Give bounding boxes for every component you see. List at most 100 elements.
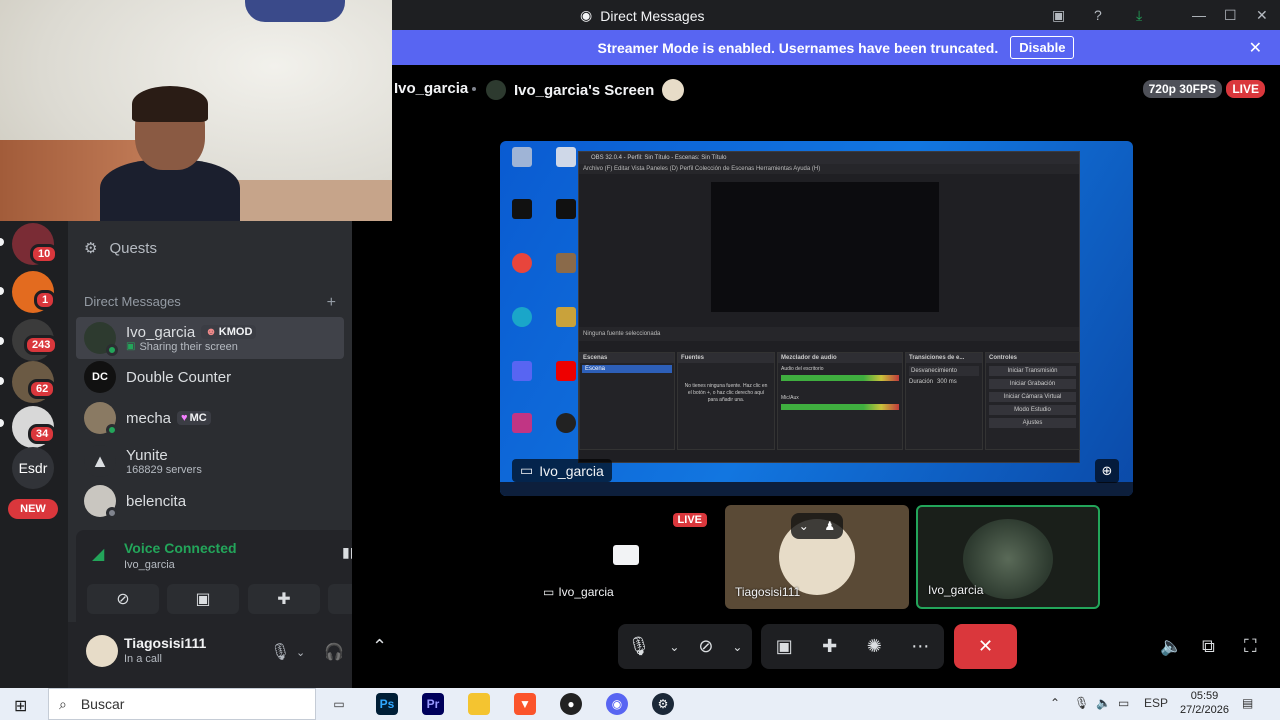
fullscreen-icon[interactable]: ⛶ bbox=[1244, 636, 1257, 657]
participant-tile[interactable]: ⌄ ♟ Tiagosisi111 bbox=[725, 505, 909, 609]
brave-icon[interactable]: ▼ bbox=[514, 693, 536, 715]
participant-tile[interactable]: LIVE ▭ Ivo_garcia bbox=[533, 505, 717, 609]
user-status: In a call bbox=[124, 653, 162, 665]
dm-status: Sharing their screen bbox=[139, 340, 238, 353]
close-icon[interactable]: ✕ bbox=[1256, 7, 1268, 24]
main-stream-view[interactable]: OBS 32.0.4 - Perfil: Sin Título - Escena… bbox=[500, 141, 1133, 496]
server-text-icon[interactable]: Esdr bbox=[12, 447, 54, 489]
desktop-icon bbox=[556, 199, 576, 219]
avatar: DC bbox=[84, 361, 116, 393]
leave-call-button[interactable]: ✕ bbox=[954, 624, 1017, 669]
voice-status[interactable]: Voice Connected bbox=[124, 540, 237, 556]
file-explorer-icon[interactable] bbox=[468, 693, 490, 715]
taskbar-search[interactable]: ⌕ Buscar bbox=[48, 688, 316, 720]
notifications-icon[interactable]: ▤ bbox=[1242, 696, 1253, 710]
chevron-up-icon[interactable]: ⌃ bbox=[372, 636, 387, 657]
desktop-icon bbox=[512, 361, 532, 381]
desktop-icon bbox=[512, 253, 532, 273]
chevron-down-icon[interactable]: ⌄ bbox=[296, 646, 305, 659]
unread-pill bbox=[0, 238, 4, 246]
dm-item-belencita[interactable]: belencita bbox=[76, 480, 344, 522]
dm-item-ivo[interactable]: Ivo_garcia ☻ KMOD ▣ Sharing their screen bbox=[76, 317, 344, 359]
pop-out-icon[interactable]: ⧉ bbox=[1202, 636, 1215, 657]
sources-empty: No tienes ninguna fuente. Haz clic en el… bbox=[684, 383, 768, 403]
streamer-name: Ivo_garcia bbox=[394, 80, 469, 97]
taskbar-clock[interactable]: 05:59 27/2/2026 bbox=[1180, 689, 1229, 717]
obs-preview bbox=[711, 182, 939, 312]
mic-icon[interactable]: 🎙 bbox=[270, 642, 290, 662]
obs-dock-scenes: Escenas Escena bbox=[579, 352, 675, 450]
chevron-down-icon: ⌄ bbox=[798, 519, 809, 533]
obs-dock-mixer: Mezclador de audio Audio del escritorio … bbox=[777, 352, 903, 450]
server-rail: 10 1 243 62 34 Esdr NEW bbox=[0, 221, 68, 688]
monitor-icon: ▭ bbox=[543, 585, 555, 599]
mixer-item: Mic/Aux bbox=[781, 395, 799, 401]
screen-share-icon[interactable]: ▣ bbox=[776, 636, 793, 657]
obs-dock-controls: Controles Iniciar Transmisión Iniciar Gr… bbox=[985, 352, 1080, 450]
window-title: Direct Messages bbox=[600, 7, 705, 24]
inbox-icon[interactable]: ▣ bbox=[1052, 7, 1065, 24]
windows-start-icon[interactable]: ⊞ bbox=[14, 696, 27, 716]
windows-taskbar: ⊞ ⌕ Buscar ▭ Ps Pr ▼ ● ◉ ⚙ ⌃ 🎙 🔈 ▭ ESP 0… bbox=[0, 688, 1280, 720]
dm-name: belencita bbox=[126, 492, 187, 510]
zoom-icon[interactable]: ⊕ bbox=[1095, 459, 1119, 483]
chevron-up-icon[interactable]: ⌃ bbox=[1050, 696, 1060, 710]
chevron-down-icon[interactable]: ⌄ bbox=[732, 640, 742, 654]
mic-icon[interactable]: 🎙 bbox=[1074, 696, 1089, 710]
dm-item-double-counter[interactable]: DC Double Counter bbox=[76, 356, 344, 398]
photoshop-icon[interactable]: Ps bbox=[376, 693, 398, 715]
more-icon[interactable]: ⋯ bbox=[911, 636, 929, 657]
task-view-icon[interactable]: ▭ bbox=[328, 693, 350, 715]
language-indicator[interactable]: ESP bbox=[1144, 696, 1168, 710]
mention-badge: 1 bbox=[34, 290, 57, 310]
voice-channel[interactable]: Ivo_garcia bbox=[124, 559, 175, 571]
discord-icon: ◉ bbox=[580, 7, 593, 23]
soundboard-icon[interactable]: ✺ bbox=[867, 636, 882, 657]
volume-icon[interactable]: 🔈 bbox=[1096, 696, 1111, 710]
avatar[interactable] bbox=[86, 635, 118, 667]
dm-item-mecha[interactable]: mecha ♥ MC bbox=[76, 397, 344, 439]
volume-icon[interactable]: 🔈 bbox=[1160, 636, 1182, 657]
activities-button[interactable]: ✚ bbox=[248, 584, 320, 614]
disable-button[interactable]: Disable bbox=[1010, 36, 1075, 59]
obs-window: OBS 32.0.4 - Perfil: Sin Título - Escena… bbox=[578, 151, 1080, 463]
minimize-icon[interactable]: — bbox=[1192, 7, 1206, 23]
mixer-item: Audio del escritorio bbox=[781, 366, 824, 372]
unread-pill bbox=[0, 377, 4, 385]
activities-icon[interactable]: ✚ bbox=[822, 636, 837, 657]
tile-menu[interactable]: ⌄ ♟ bbox=[791, 513, 843, 539]
camera-off-icon[interactable]: ⊘ bbox=[698, 636, 713, 657]
avatar bbox=[84, 402, 118, 436]
participant-tile[interactable]: Ivo_garcia bbox=[916, 505, 1100, 609]
new-badge[interactable]: NEW bbox=[8, 499, 58, 519]
avatar bbox=[84, 485, 118, 519]
chevron-down-icon[interactable]: ⌄ bbox=[669, 640, 679, 654]
desktop-icon bbox=[512, 199, 532, 219]
user-name[interactable]: Tiagosisi111 bbox=[124, 635, 206, 651]
close-icon[interactable]: ✕ bbox=[1249, 38, 1262, 58]
mic-camera-group: 🎙 ⌄ ⊘ ⌄ bbox=[618, 624, 752, 669]
discord-icon[interactable]: ◉ bbox=[606, 693, 628, 715]
quests-icon: ⚙ bbox=[84, 240, 98, 257]
mic-icon[interactable]: 🎙 bbox=[627, 636, 650, 657]
network-icon[interactable]: ▭ bbox=[1118, 696, 1129, 710]
premiere-icon[interactable]: Pr bbox=[422, 693, 444, 715]
obs-menu: Archivo (F) Editar Vista Paneles (D) Per… bbox=[579, 164, 1079, 174]
headphones-icon[interactable]: 🎧 bbox=[324, 642, 344, 662]
desktop-icon bbox=[556, 147, 576, 167]
screen-share-button[interactable]: ▣ bbox=[167, 584, 239, 614]
dm-item-yunite[interactable]: ▲ Yunite 168829 servers bbox=[76, 440, 344, 482]
add-dm-icon[interactable]: + bbox=[327, 294, 336, 312]
download-icon[interactable]: ⤓ bbox=[1136, 7, 1142, 24]
obs-dock-sources: Fuentes No tienes ninguna fuente. Haz cl… bbox=[677, 352, 775, 450]
quests-link[interactable]: ⚙ Quests bbox=[84, 239, 157, 258]
desktop-icon bbox=[512, 307, 532, 327]
steam-icon[interactable]: ⚙ bbox=[652, 693, 674, 715]
yunite-icon: ▲ bbox=[84, 445, 116, 477]
help-icon[interactable]: ? bbox=[1094, 7, 1102, 23]
desktop-icon bbox=[556, 413, 576, 433]
obs-icon[interactable]: ● bbox=[560, 693, 582, 715]
camera-off-button[interactable]: ⊘ bbox=[87, 584, 159, 614]
mention-badge: 34 bbox=[28, 424, 57, 444]
maximize-icon[interactable]: ☐ bbox=[1224, 7, 1237, 24]
